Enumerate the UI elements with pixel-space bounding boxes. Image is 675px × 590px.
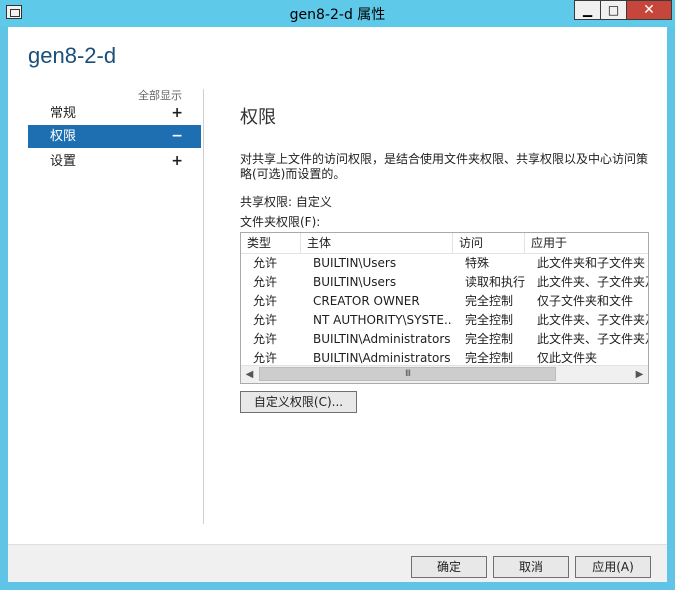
ok-button[interactable]: 确定: [411, 556, 487, 578]
table-row[interactable]: 允许 BUILTIN\Users 读取和执行 此文件夹、子文件夹及: [241, 273, 649, 292]
cell-principal: NT AUTHORITY\SYSTE...: [313, 313, 453, 327]
page-title: gen8-2-d: [28, 43, 117, 68]
cell-access: 完全控制: [465, 294, 514, 308]
nav-item-settings[interactable]: 设置 +: [28, 150, 201, 173]
column-header-applies-to[interactable]: 应用于: [525, 233, 648, 253]
nav-item-label: 权限: [50, 129, 77, 144]
nav-item-permissions[interactable]: 权限 −: [28, 125, 201, 148]
cell-principal: BUILTIN\Users: [313, 275, 397, 289]
permissions-table[interactable]: 类型 主体 访问 应用于 允许 BUILTIN\Users 特殊 此文件夹和子文…: [240, 232, 649, 384]
nav-item-label: 设置: [50, 154, 77, 169]
scroll-thumb[interactable]: III: [259, 367, 556, 381]
collapse-icon: −: [171, 128, 183, 144]
cell-principal: BUILTIN\Administrators: [313, 332, 451, 346]
divider: [203, 89, 204, 524]
table-header: 类型 主体 访问 应用于: [241, 233, 648, 254]
scroll-left-icon[interactable]: ◀: [241, 366, 258, 383]
table-row[interactable]: 允许 BUILTIN\Administrators 完全控制 此文件夹、子文件夹…: [241, 330, 649, 349]
cell-access: 特殊: [465, 256, 490, 270]
cell-applies-to: 此文件夹、子文件夹及: [537, 313, 649, 327]
maximize-button[interactable]: □: [600, 0, 627, 20]
apply-button[interactable]: 应用(A): [575, 556, 651, 578]
cell-type: 允许: [253, 294, 278, 308]
expand-icon: +: [171, 105, 183, 121]
close-button[interactable]: ✕: [626, 0, 672, 20]
horizontal-scrollbar[interactable]: ◀ III ▶: [241, 365, 648, 383]
scroll-right-icon[interactable]: ▶: [631, 366, 648, 383]
dialog-footer: 确定 取消 应用(A): [8, 544, 667, 582]
folder-permission-label: 文件夹权限(F):: [240, 215, 321, 229]
show-all-link[interactable]: 全部显示: [138, 87, 182, 103]
cancel-button[interactable]: 取消: [493, 556, 569, 578]
cell-type: 允许: [253, 256, 278, 270]
table-row[interactable]: 允许 NT AUTHORITY\SYSTE... 完全控制 此文件夹、子文件夹及: [241, 311, 649, 330]
cell-access: 读取和执行: [465, 275, 526, 289]
expand-icon: +: [171, 153, 183, 169]
cell-access: 完全控制: [465, 313, 514, 327]
nav-item-general[interactable]: 常规 +: [28, 102, 201, 125]
column-header-type[interactable]: 类型: [241, 233, 301, 253]
column-header-principal[interactable]: 主体: [301, 233, 453, 253]
cell-principal: BUILTIN\Users: [313, 256, 397, 270]
dialog-client: gen8-2-d 全部显示 常规 + 权限 − 设置 + 权限 对共享上文件的访…: [8, 27, 667, 544]
cell-type: 允许: [253, 275, 278, 289]
cell-type: 允许: [253, 313, 278, 327]
cell-applies-to: 此文件夹和子文件夹: [537, 256, 646, 270]
section-description: 对共享上文件的访问权限，是结合使用文件夹权限、共享权限以及中心访问策略(可选)而…: [240, 152, 649, 181]
share-permission-label: 共享权限: 自定义: [240, 195, 332, 209]
nav-item-label: 常规: [50, 106, 77, 121]
cell-principal: CREATOR OWNER: [313, 294, 420, 308]
column-header-access[interactable]: 访问: [453, 233, 525, 253]
title-bar: gen8-2-d 属性 ▁ □ ✕: [0, 0, 675, 27]
custom-permissions-button[interactable]: 自定义权限(C)...: [240, 391, 357, 413]
cell-applies-to: 此文件夹、子文件夹及: [537, 275, 649, 289]
section-title: 权限: [240, 107, 276, 128]
cell-type: 允许: [253, 332, 278, 346]
cell-applies-to: 仅子文件夹和文件: [537, 294, 634, 308]
table-row[interactable]: 允许 BUILTIN\Users 特殊 此文件夹和子文件夹: [241, 254, 648, 273]
table-row[interactable]: 允许 CREATOR OWNER 完全控制 仅子文件夹和文件: [241, 292, 648, 311]
cell-access: 完全控制: [465, 332, 514, 346]
cell-applies-to: 此文件夹、子文件夹及: [537, 332, 649, 346]
minimize-button[interactable]: ▁: [574, 0, 601, 20]
